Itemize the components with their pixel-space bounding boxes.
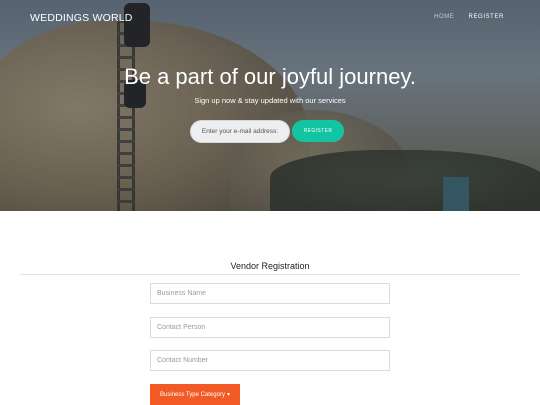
divider [20, 274, 520, 275]
hero-overlay [0, 0, 540, 211]
hero-subtext: Sign up now & stay updated with our serv… [194, 96, 346, 105]
hero-headline: Be a part of our joyful journey. [124, 64, 416, 89]
brand-logo-text[interactable]: WEDDINGS WORLD [30, 12, 133, 24]
dropdown-label: Business Type Category [160, 391, 225, 398]
register-button[interactable]: REGISTER [292, 120, 344, 142]
chevron-down-icon: ▾ [226, 392, 230, 398]
nav-item-register[interactable]: REGISTER [469, 14, 504, 20]
business-name-field[interactable]: Business Name [150, 283, 390, 304]
business-type-dropdown[interactable]: Business Type Category ▾ [150, 384, 240, 405]
hero-banner: WEDDINGS WORLD HOME REGISTER Be a part o… [0, 0, 540, 211]
top-nav: HOME REGISTER [434, 14, 504, 20]
contact-number-field[interactable]: Contact Number [150, 350, 390, 371]
nav-item-home[interactable]: HOME [434, 14, 454, 20]
contact-person-field[interactable]: Contact Person [150, 317, 390, 338]
email-input[interactable]: Enter your e-mail address: [190, 120, 290, 143]
form-title: Vendor Registration [230, 261, 310, 271]
